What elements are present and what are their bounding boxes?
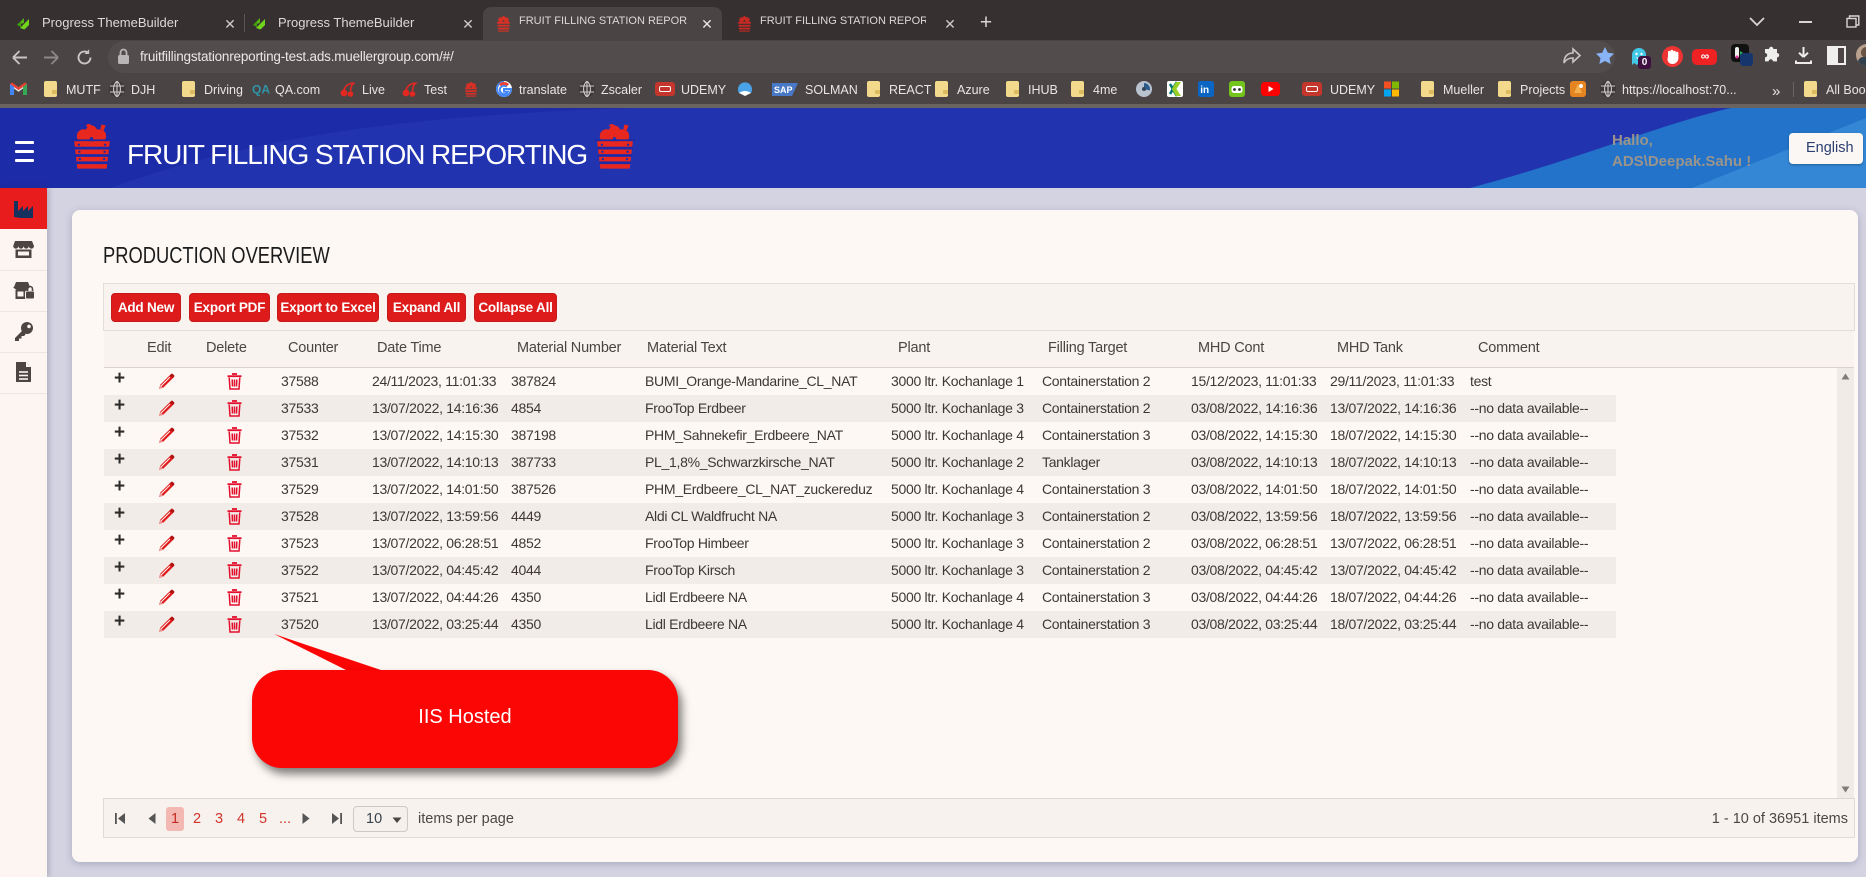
svg-text:QA: QA [252,83,270,97]
svg-text:in: in [1200,85,1209,96]
svg-text:SAP: SAP [774,85,793,95]
